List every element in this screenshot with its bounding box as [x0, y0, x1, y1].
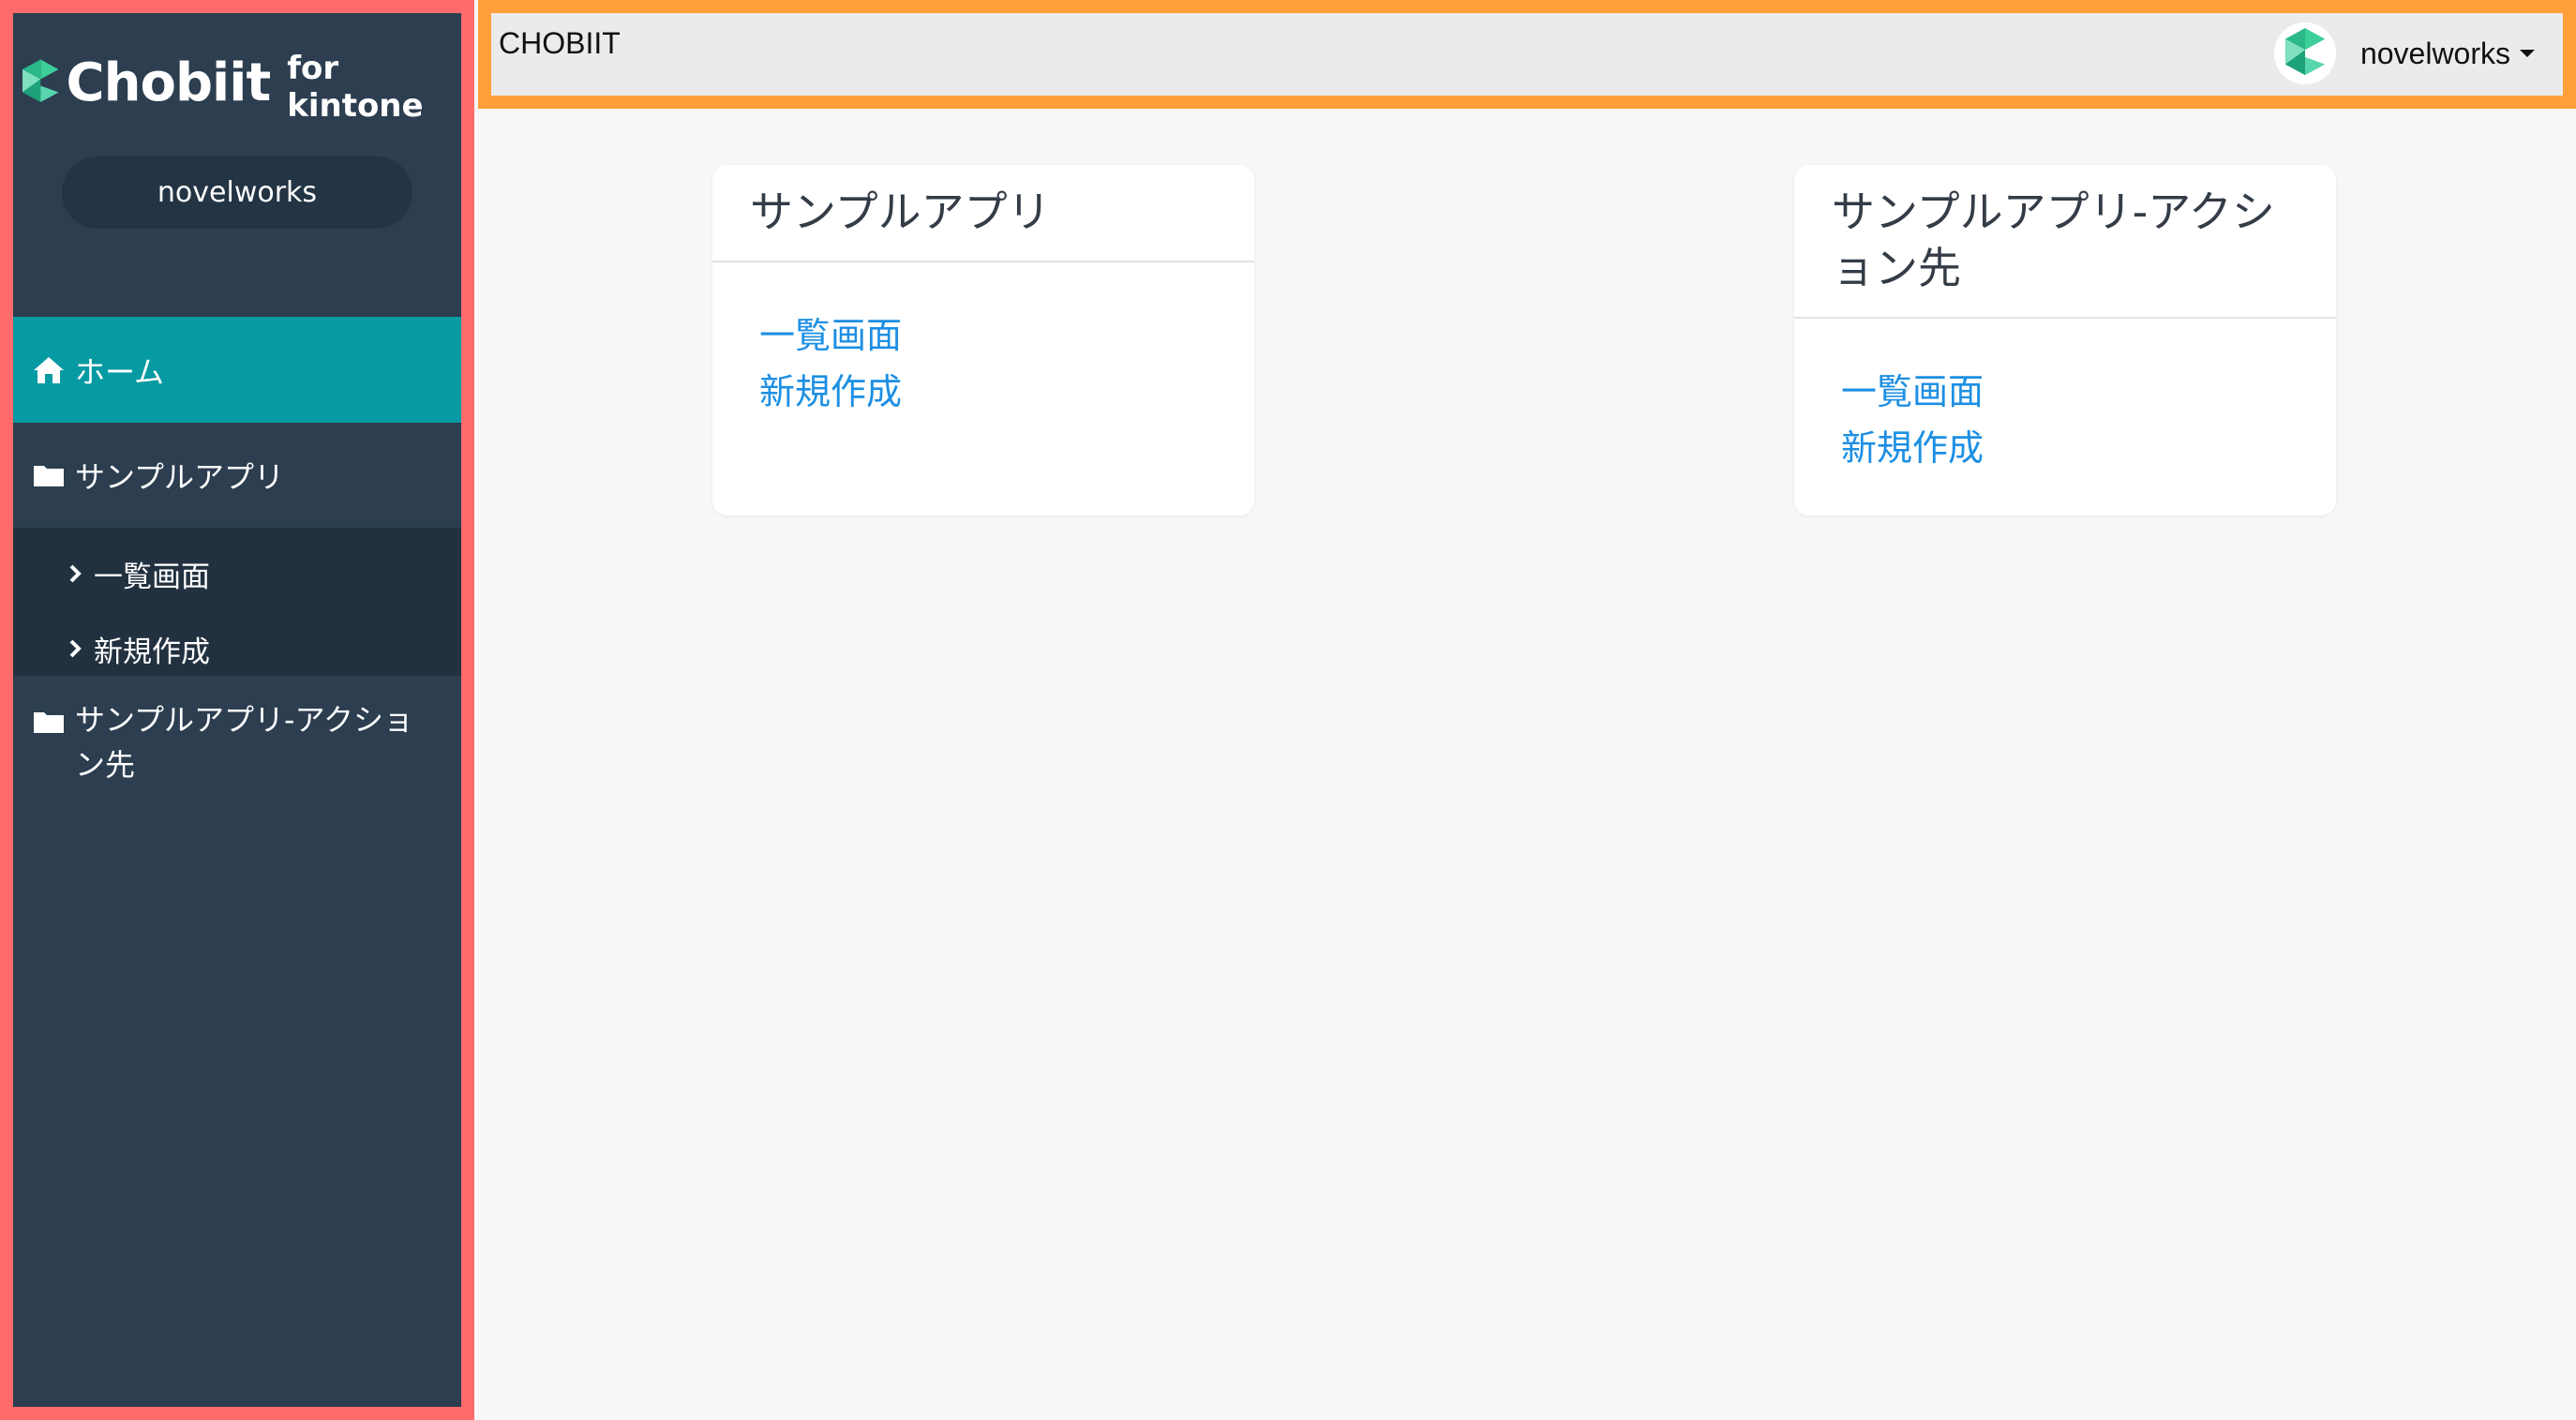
home-icon [34, 356, 64, 383]
caret-down-icon [2520, 50, 2535, 57]
app-card-sample-app-action: サンプルアプリ-アクション先 一覧画面 新規作成 [1794, 165, 2336, 516]
sidebar-subitem-list-label: 一覧画面 [94, 560, 210, 594]
sidebar-item-sample-app-action[interactable]: サンプルアプリ-アクション先 [13, 697, 461, 810]
chevron-right-icon [69, 639, 82, 658]
sidebar-subitem-new[interactable]: 新規作成 [13, 616, 461, 681]
user-menu-dropdown[interactable]: novelworks [2273, 22, 2535, 84]
sidebar-item-home-label: ホーム [75, 353, 165, 390]
app-card-link-list[interactable]: 一覧画面 [759, 307, 1207, 364]
chevron-right-icon [69, 564, 82, 583]
app-card-link-new[interactable]: 新規作成 [759, 364, 1207, 420]
sidebar-item-home[interactable]: ホーム [13, 317, 461, 423]
sidebar-subitem-new-label: 新規作成 [94, 635, 210, 669]
app-card-sample-app: サンプルアプリ 一覧画面 新規作成 [712, 165, 1254, 516]
sidebar-item-sample-app[interactable]: サンプルアプリ [13, 423, 461, 528]
app-card-links: 一覧画面 新規作成 [712, 262, 1254, 420]
top-navbar: CHOBIIT novelworks [491, 13, 2563, 96]
chobiit-logo-icon [22, 59, 59, 103]
folder-icon [34, 466, 64, 486]
header-frame: CHOBIIT novelworks [478, 0, 2576, 109]
sidebar-submenu: 一覧画面 新規作成 [13, 528, 461, 676]
chobiit-avatar-icon [2284, 28, 2326, 76]
navbar-brand[interactable]: CHOBIIT [499, 26, 621, 61]
chobiit-logo[interactable]: Chobiit for kintone [22, 47, 461, 125]
app-card-title: サンプルアプリ [712, 165, 1254, 262]
app-card-link-list[interactable]: 一覧画面 [1841, 364, 2289, 420]
folder-icon [34, 712, 64, 733]
sidebar-item-sample-app-label: サンプルアプリ [75, 459, 285, 495]
sidebar-user-name: novelworks [157, 176, 318, 209]
sidebar-item-sample-app-action-label: サンプルアプリ-アクション先 [75, 702, 413, 783]
navbar-user-name: novelworks [2359, 36, 2510, 70]
app-card-links: 一覧画面 新規作成 [1794, 319, 2336, 476]
app-card-link-new[interactable]: 新規作成 [1841, 420, 2289, 476]
sidebar-subitem-list[interactable]: 一覧画面 [13, 541, 461, 606]
sidebar-user-pill[interactable]: novelworks [62, 157, 412, 229]
app-card-title: サンプルアプリ-アクション先 [1794, 165, 2336, 319]
avatar [2273, 22, 2336, 84]
sidebar: Chobiit for kintone novelworks ホーム サンプルア… [13, 13, 461, 1407]
logo-text: Chobiit [66, 52, 272, 113]
logo-subtext: for kintone [287, 50, 424, 125]
sidebar-frame: Chobiit for kintone novelworks ホーム サンプルア… [0, 0, 474, 1420]
